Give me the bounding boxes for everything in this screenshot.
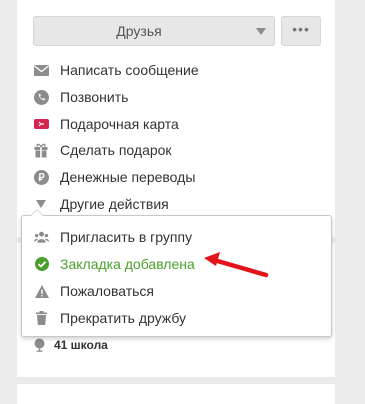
action-gift-card[interactable]: Подарочная карта	[33, 110, 199, 137]
check-circle-icon	[34, 257, 49, 272]
other-actions-dropdown: Пригласить в группу Закладка добавлена П…	[21, 209, 332, 337]
action-other[interactable]: Другие действия	[33, 190, 199, 217]
group-icon	[34, 230, 49, 245]
next-panel	[17, 384, 335, 404]
more-options-button[interactable]: •••	[281, 16, 321, 46]
phone-icon	[33, 89, 49, 105]
action-label: Денежные переводы	[60, 169, 196, 186]
action-label: Другие действия	[60, 195, 169, 212]
action-call[interactable]: Позвонить	[33, 84, 199, 111]
menu-item-bookmark-added[interactable]: Закладка добавлена	[34, 251, 195, 277]
action-label: Сделать подарок	[60, 142, 172, 159]
school-name: 41 школа	[54, 338, 108, 352]
menu-item-label: Пожаловаться	[60, 283, 155, 299]
menu-item-label: Пригласить в группу	[60, 229, 193, 245]
friends-status-button[interactable]: Друзья	[33, 16, 275, 46]
action-make-gift[interactable]: Сделать подарок	[33, 137, 199, 164]
menu-item-label: Прекратить дружбу	[60, 310, 187, 326]
gift-card-icon	[33, 116, 49, 132]
action-write-message[interactable]: Написать сообщение	[33, 57, 199, 84]
envelope-icon	[33, 62, 49, 78]
action-label: Позвонить	[60, 89, 129, 106]
action-label: Написать сообщение	[60, 62, 199, 79]
trash-icon	[34, 311, 49, 326]
dropdown-caret	[30, 209, 44, 216]
profile-school: 41 школа	[33, 338, 108, 352]
action-label: Подарочная карта	[60, 115, 179, 132]
friends-status-label: Друзья	[116, 23, 162, 39]
menu-item-invite-to-group[interactable]: Пригласить в группу	[34, 224, 192, 250]
annotation-arrow-icon	[204, 252, 269, 278]
profile-actions-list: Написать сообщение Позвонить Подарочная …	[33, 57, 199, 217]
menu-item-report[interactable]: Пожаловаться	[34, 278, 154, 304]
warning-icon	[34, 284, 49, 299]
menu-item-label: Закладка добавлена	[60, 256, 195, 272]
action-money-transfer[interactable]: Денежные переводы	[33, 164, 199, 191]
chevron-down-icon	[256, 28, 266, 35]
globe-icon	[33, 338, 47, 352]
menu-item-end-friendship[interactable]: Прекратить дружбу	[34, 305, 186, 331]
ruble-icon	[33, 169, 49, 185]
gift-icon	[33, 142, 49, 158]
